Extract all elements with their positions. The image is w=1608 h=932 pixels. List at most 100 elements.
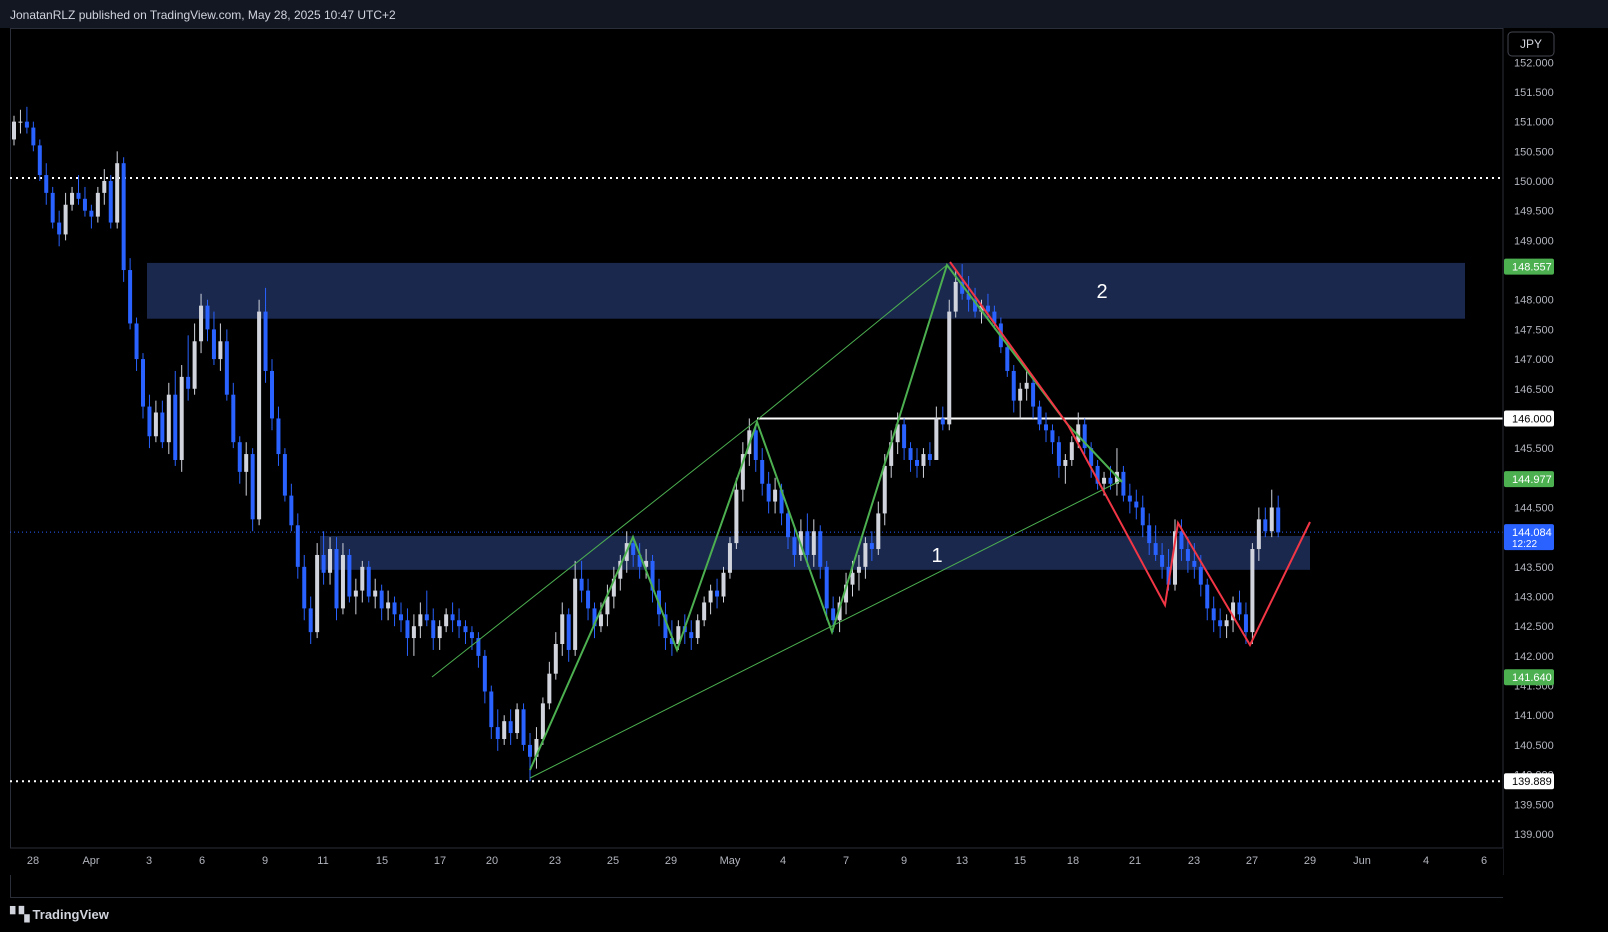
- time-tick: 6: [199, 855, 205, 867]
- candle: [1205, 578, 1210, 621]
- candle: [1269, 489, 1274, 538]
- candle: [141, 353, 145, 419]
- candle-body: [379, 590, 384, 609]
- candle: [399, 602, 403, 633]
- candle-body: [985, 305, 990, 312]
- candle-body: [902, 424, 907, 449]
- candle-body: [134, 323, 139, 360]
- candle: [128, 258, 133, 330]
- candle: [489, 685, 494, 739]
- candle: [818, 525, 823, 579]
- candle: [1018, 382, 1023, 419]
- candle: [347, 549, 352, 603]
- candle: [373, 578, 378, 609]
- time-tick: 23: [1188, 855, 1200, 867]
- footer: [0, 898, 1608, 932]
- price-tick: 147.000: [1514, 354, 1554, 366]
- candle: [689, 620, 694, 650]
- candle-body: [392, 602, 397, 615]
- candle: [1140, 495, 1145, 538]
- candle-body: [1121, 471, 1126, 496]
- candle-body: [1185, 549, 1190, 561]
- candle-body: [721, 572, 726, 597]
- candle: [70, 186, 75, 211]
- candle: [31, 121, 36, 152]
- candle-body: [63, 204, 68, 235]
- candle: [173, 370, 178, 466]
- candle-body: [760, 459, 765, 484]
- candle-body: [24, 121, 29, 128]
- candle: [760, 448, 765, 496]
- time-tick: 20: [486, 855, 498, 867]
- candle: [108, 175, 113, 229]
- candle-body: [947, 311, 952, 425]
- candle-body: [1198, 566, 1203, 585]
- candle-body: [1140, 507, 1145, 526]
- candle-body: [818, 531, 823, 567]
- price-tick: 146.500: [1514, 384, 1554, 396]
- candle-body: [199, 305, 204, 342]
- candle: [179, 365, 184, 472]
- candle: [508, 709, 513, 745]
- price-tick: 151.000: [1514, 117, 1554, 129]
- price-tick: 139.500: [1514, 799, 1554, 811]
- candle: [553, 632, 558, 680]
- candle: [218, 323, 223, 371]
- candle-body: [540, 703, 545, 739]
- candle-body: [831, 608, 836, 621]
- time-tick: Apr: [82, 855, 99, 867]
- candle-body: [431, 620, 436, 639]
- channel-lower: [529, 479, 1123, 779]
- time-tick: 9: [901, 855, 907, 867]
- candlestick-chart[interactable]: 21 152.000151.500151.000150.500150.00014…: [0, 0, 1608, 932]
- candle-body: [727, 543, 732, 573]
- candle-body: [811, 531, 816, 555]
- candle: [1121, 465, 1126, 502]
- candle: [695, 614, 700, 645]
- zone-label-1: 1: [931, 545, 942, 567]
- candle: [502, 715, 507, 745]
- candle: [418, 602, 423, 639]
- candle-body: [463, 626, 468, 633]
- candle: [63, 192, 68, 241]
- currency-label: JPY: [1520, 37, 1542, 51]
- candle: [934, 406, 939, 460]
- candle-body: [915, 459, 919, 466]
- time-tick: 18: [1067, 855, 1079, 867]
- candle-body: [153, 412, 158, 437]
- candle-body: [695, 620, 700, 639]
- time-tick: 29: [665, 855, 677, 867]
- candle-body: [121, 163, 126, 271]
- candle: [386, 590, 391, 621]
- candle-body: [386, 602, 391, 609]
- candle-body: [934, 418, 939, 460]
- candle: [437, 620, 442, 650]
- tradingview-logo[interactable]: ▘▚ TradingView: [10, 906, 109, 923]
- candle: [1250, 543, 1255, 645]
- candle-body: [192, 341, 197, 389]
- candle-body: [1018, 388, 1023, 401]
- candle: [250, 448, 255, 532]
- candle: [353, 578, 358, 615]
- price-tick: 140.500: [1514, 740, 1554, 752]
- time-tick: 4: [1423, 855, 1429, 867]
- candle-body: [908, 448, 913, 460]
- candle: [366, 560, 371, 603]
- candle-body: [141, 359, 145, 407]
- candle: [153, 400, 158, 443]
- time-tick: 9: [262, 855, 268, 867]
- price-tick: 143.000: [1514, 592, 1554, 604]
- candle: [392, 596, 397, 627]
- candle-body: [186, 376, 191, 389]
- candle-body: [1250, 549, 1255, 633]
- candle: [50, 186, 55, 229]
- candle-body: [57, 222, 62, 235]
- candle-body: [1037, 406, 1042, 425]
- candle-body: [31, 127, 36, 146]
- candle: [205, 299, 210, 342]
- price-tick: 147.500: [1514, 324, 1554, 336]
- candle-body: [1224, 620, 1229, 627]
- candle-body: [70, 192, 75, 205]
- candle: [463, 620, 468, 645]
- candle-body: [44, 175, 49, 193]
